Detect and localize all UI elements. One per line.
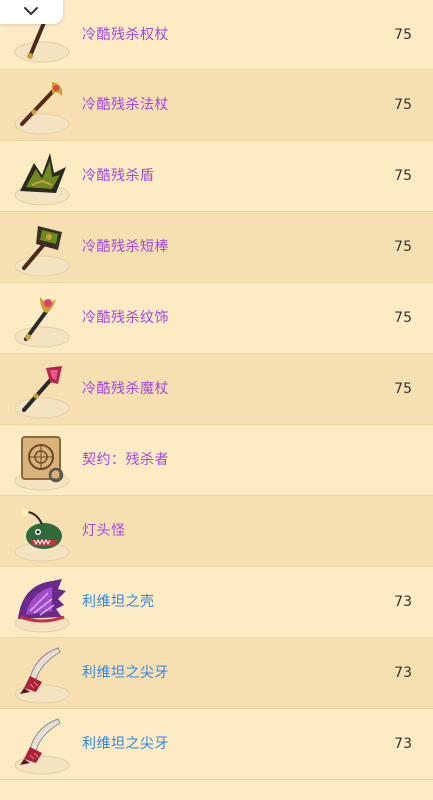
list-item[interactable]: 契约：残杀者 <box>0 425 433 496</box>
list-item[interactable]: 利维坦之壳 73 <box>0 567 433 638</box>
fang-icon <box>12 642 74 704</box>
item-level: 75 <box>394 97 412 113</box>
list-item[interactable]: 利维坦之尖牙 73 <box>0 638 433 709</box>
list-item[interactable]: 冷酷残杀权杖 75 <box>0 0 433 70</box>
item-name: 冷酷残杀纹饰 <box>82 310 169 326</box>
item-list: 冷酷残杀权杖 75 冷酷残杀法杖 75 冷酷残杀盾 75 冷酷残杀短棒 75 冷… <box>0 0 433 800</box>
collapse-button[interactable] <box>0 0 63 24</box>
list-item[interactable]: 利维坦之尖牙 73 <box>0 709 433 780</box>
item-level: 73 <box>394 665 412 681</box>
staff-icon <box>12 74 74 136</box>
item-level: 75 <box>394 381 412 397</box>
list-item[interactable]: 冷酷残杀纹饰 75 <box>0 283 433 354</box>
list-item[interactable]: 灯头怪 <box>0 496 433 567</box>
item-name: 利维坦之尖牙 <box>82 665 169 681</box>
item-level: 75 <box>394 310 412 326</box>
list-item[interactable]: 冷酷残杀法杖 75 <box>0 70 433 141</box>
item-name: 冷酷残杀魔杖 <box>82 381 169 397</box>
anglerfish-pet-icon <box>12 500 74 562</box>
item-name: 冷酷残杀法杖 <box>82 97 169 113</box>
item-level: 75 <box>394 27 412 43</box>
item-name: 灯头怪 <box>82 523 126 539</box>
short-club-icon <box>12 216 74 278</box>
item-level: 75 <box>394 239 412 255</box>
shell-icon <box>12 571 74 633</box>
item-name: 利维坦之尖牙 <box>82 736 169 752</box>
list-item[interactable]: 冷酷残杀盾 75 <box>0 141 433 212</box>
contract-scroll-icon <box>12 429 74 491</box>
item-level: 73 <box>394 594 412 610</box>
fang-icon <box>12 713 74 775</box>
item-name: 冷酷残杀短棒 <box>82 239 169 255</box>
list-item[interactable]: 冷酷残杀短棒 75 <box>0 212 433 283</box>
emblem-icon <box>12 287 74 349</box>
shield-icon <box>12 145 74 207</box>
item-level: 73 <box>394 736 412 752</box>
item-level: 75 <box>394 168 412 184</box>
item-name: 利维坦之壳 <box>82 594 155 610</box>
list-item[interactable]: 冷酷残杀魔杖 75 <box>0 354 433 425</box>
chevron-down-icon <box>24 7 38 15</box>
item-name: 冷酷残杀权杖 <box>82 27 169 43</box>
item-name: 冷酷残杀盾 <box>82 168 155 184</box>
item-name: 契约：残杀者 <box>82 452 169 468</box>
wand-icon <box>12 358 74 420</box>
